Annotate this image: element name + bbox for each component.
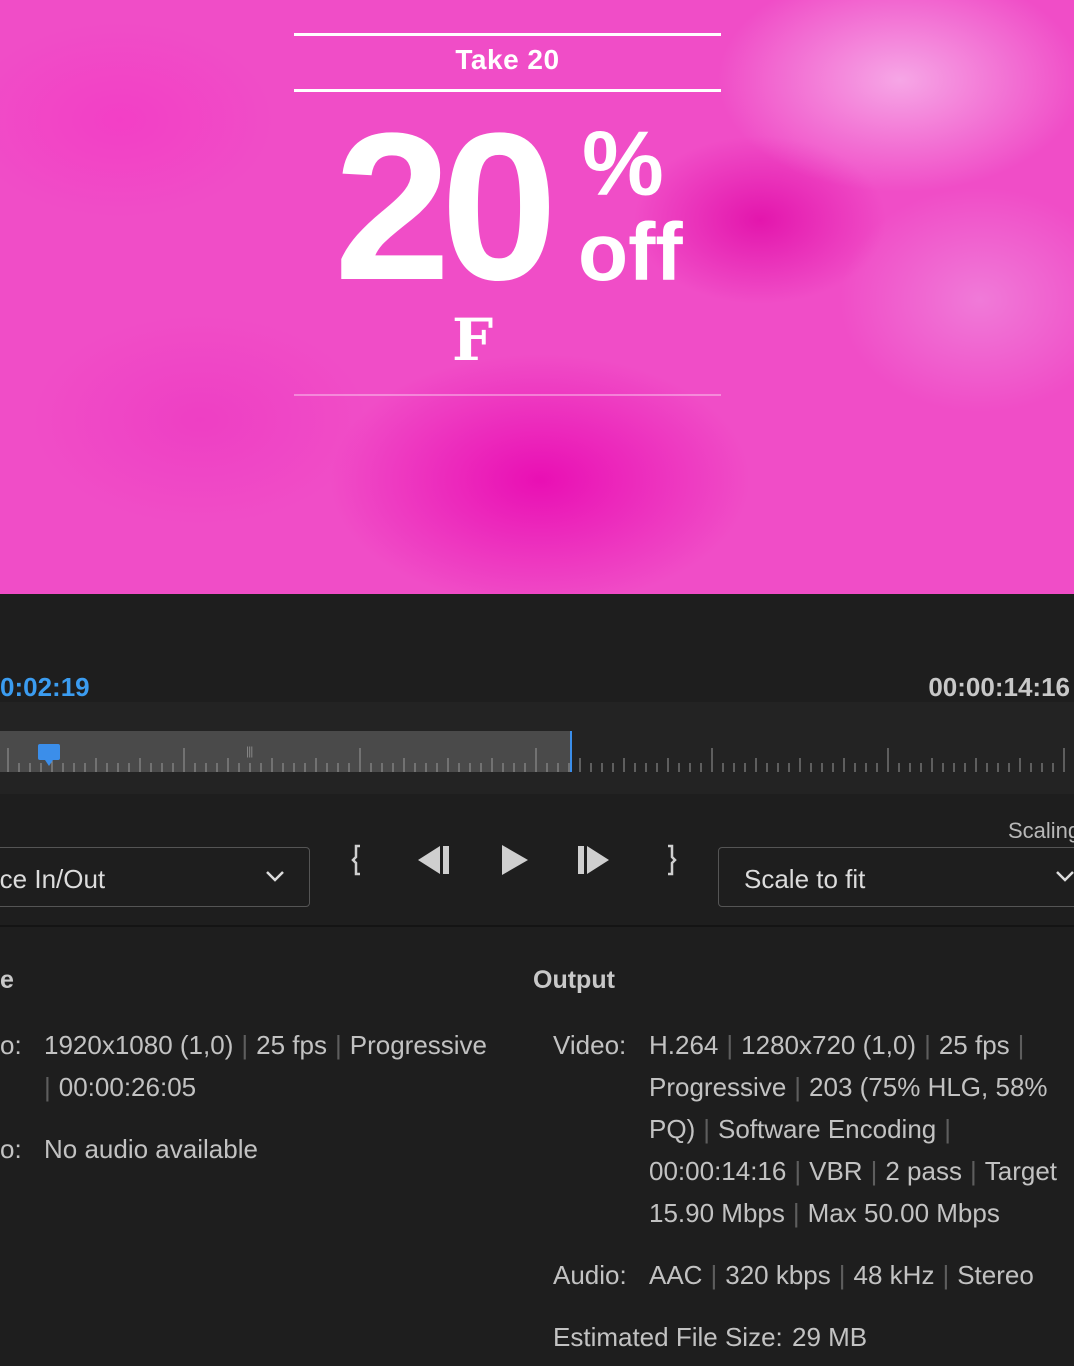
output-video-value: Progressive (649, 1072, 787, 1102)
output-video-value: PQ) (649, 1114, 696, 1144)
source-video-line2: | 00:00:26:05 (44, 1072, 197, 1102)
play-icon[interactable] (496, 838, 536, 882)
file-size-label: Estimated File Size: (553, 1322, 783, 1352)
playhead[interactable] (570, 731, 572, 772)
source-audio-label: o: (0, 1134, 22, 1164)
audio-bitrate: 320 kbps (725, 1260, 831, 1290)
source-duration: 00:00:26:05 (58, 1072, 197, 1102)
output-video-line: 00:00:14:16 | VBR | 2 pass | Target (649, 1156, 1057, 1186)
output-video-value: VBR (809, 1156, 863, 1186)
file-size-value: 29 MB (792, 1322, 868, 1352)
output-video-value: H.264 (649, 1030, 719, 1060)
video-preview: Take 20 20 % off F (0, 0, 1074, 594)
audio-channels: Stereo (957, 1260, 1034, 1290)
audio-codec: AAC (649, 1260, 703, 1290)
set-out-point-icon[interactable] (652, 838, 692, 882)
output-video-value: 00:00:14:16 (649, 1156, 787, 1186)
source-video-label: o: (0, 1030, 22, 1060)
source-resolution: 1920x1080 (1,0) (44, 1030, 234, 1060)
output-video-value: 15.90 Mbps (649, 1198, 785, 1228)
step-back-icon[interactable] (414, 838, 454, 882)
output-video-value: Target (984, 1156, 1057, 1186)
audio-samplerate: 48 kHz (853, 1260, 935, 1290)
step-forward-icon[interactable] (574, 838, 614, 882)
output-video-line: H.264 | 1280x720 (1,0) | 25 fps | (649, 1030, 1025, 1060)
output-video-value: 25 fps (938, 1030, 1010, 1060)
source-scan: Progressive (349, 1030, 488, 1060)
output-video-line: PQ) | Software Encoding | (649, 1114, 952, 1144)
output-video-value: 1280x720 (1,0) (741, 1030, 917, 1060)
output-video-line: Progressive | 203 (75% HLG, 58% (649, 1072, 1048, 1102)
timeline-ruler (7, 748, 1065, 772)
preview-top-rule (294, 33, 721, 36)
set-in-point-icon[interactable] (340, 838, 380, 882)
output-audio-line: AAC | 320 kbps | 48 kHz | Stereo (649, 1260, 1034, 1290)
preview-logo: F (452, 306, 494, 374)
current-timecode[interactable]: 0:02:19 (0, 672, 90, 703)
scaling-label: Scaling (1008, 818, 1074, 843)
output-header: Output (533, 966, 615, 994)
scaling-dropdown[interactable]: Scale to fit (718, 847, 1074, 907)
output-video-value: Max 50.00 Mbps (807, 1198, 1000, 1228)
source-audio-value: No audio available (44, 1134, 258, 1164)
panel-divider (0, 925, 1074, 927)
output-video-value: 2 pass (885, 1156, 962, 1186)
preview-percent: % (582, 113, 664, 215)
output-video-line: 15.90 Mbps | Max 50.00 Mbps (649, 1198, 1000, 1228)
chevron-down-icon (266, 871, 284, 882)
source-range-dropdown[interactable]: rce In/Out (0, 847, 310, 907)
preview-headline: Take 20 (455, 44, 560, 75)
chevron-down-icon (1056, 871, 1074, 882)
source-video-line1: 1920x1080 (1,0) | 25 fps | Progressive (44, 1030, 488, 1060)
preview-off: off (578, 207, 683, 298)
selection-grip-icon[interactable]: ||| (246, 744, 253, 758)
output-video-label: Video: (553, 1030, 627, 1060)
in-point-marker[interactable] (38, 744, 60, 766)
source-fps: 25 fps (256, 1030, 327, 1060)
source-range-value: rce In/Out (0, 864, 106, 894)
preview-big-number: 20 (334, 89, 558, 324)
output-audio-label: Audio: (553, 1260, 627, 1290)
scaling-value: Scale to fit (744, 864, 866, 894)
duration-timecode: 00:00:14:16 (928, 672, 1070, 702)
source-header: e (0, 966, 14, 994)
output-video-value: 203 (75% HLG, 58% (809, 1072, 1048, 1102)
preview-bottom-rule (294, 394, 721, 396)
output-video-value: Software Encoding (718, 1114, 937, 1144)
